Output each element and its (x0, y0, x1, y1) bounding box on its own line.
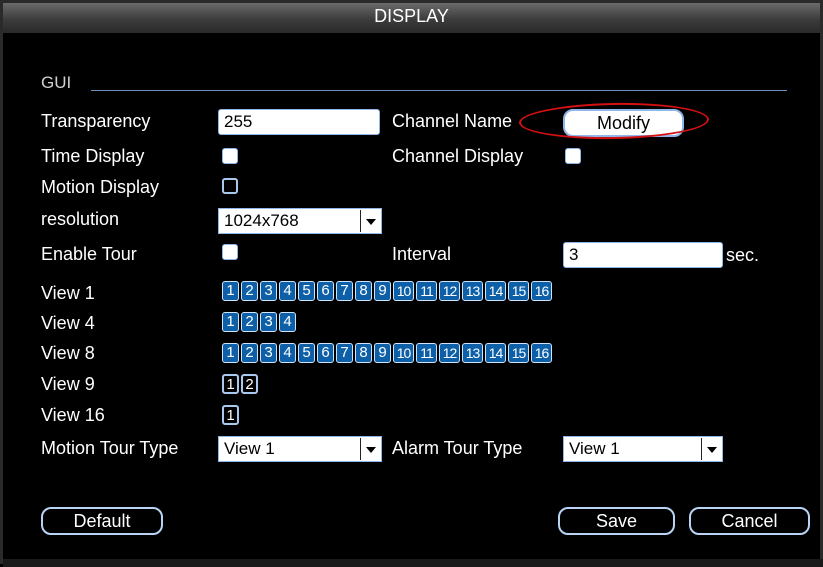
channel-toggle[interactable]: 2 (241, 281, 258, 301)
transparency-label: Transparency (41, 111, 151, 131)
channel-toggle[interactable]: 3 (260, 281, 277, 301)
channel-toggle[interactable]: 2 (241, 374, 258, 394)
alarm-tour-type-label: Alarm Tour Type (392, 438, 523, 458)
channel-toggle[interactable]: 13 (462, 281, 483, 301)
channel-toggle[interactable]: 10 (393, 343, 414, 363)
channel-toggle[interactable]: 9 (374, 343, 391, 363)
channel-toggle[interactable]: 1 (222, 374, 239, 394)
view-16-label: View 16 (41, 405, 105, 425)
resolution-label: resolution (41, 209, 120, 229)
cancel-button[interactable]: Cancel (689, 507, 810, 535)
section-gui-label: GUI (41, 73, 72, 92)
transparency-input[interactable]: 255 (218, 109, 380, 135)
channel-toggle[interactable]: 1 (222, 343, 239, 363)
motion-display-label: Motion Display (41, 177, 160, 197)
channel-toggle[interactable]: 16 (531, 343, 552, 363)
channel-toggle[interactable]: 3 (260, 312, 277, 332)
section-divider (91, 90, 787, 91)
channel-toggle[interactable]: 7 (336, 343, 353, 363)
chevron-down-icon[interactable] (360, 438, 380, 460)
channel-display-checkbox[interactable] (565, 148, 581, 164)
channel-toggle[interactable]: 10 (393, 281, 414, 301)
enable-tour-checkbox[interactable] (222, 244, 238, 260)
channel-toggle[interactable]: 2 (241, 343, 258, 363)
resolution-select[interactable]: 1024x768 (218, 208, 382, 234)
channel-toggle[interactable]: 2 (241, 312, 258, 332)
channel-toggle[interactable]: 6 (317, 343, 334, 363)
interval-input[interactable]: 3 (563, 242, 723, 268)
alarm-tour-type-value: View 1 (569, 439, 620, 458)
channel-toggle[interactable]: 4 (279, 281, 296, 301)
channel-toggle[interactable]: 7 (336, 281, 353, 301)
channel-toggle[interactable]: 12 (439, 343, 460, 363)
view-4-channels: 1 2 3 4 (222, 312, 296, 332)
interval-unit: sec. (726, 245, 760, 265)
highlight-ellipse (518, 101, 710, 141)
display-dialog: DISPLAY GUI Transparency 255 Channel Nam… (0, 0, 823, 567)
motion-tour-type-label: Motion Tour Type (41, 438, 179, 458)
motion-tour-type-select[interactable]: View 1 (218, 436, 382, 462)
channel-toggle[interactable]: 8 (355, 343, 372, 363)
enable-tour-label: Enable Tour (41, 244, 137, 264)
channel-toggle[interactable]: 9 (374, 281, 391, 301)
interval-label: Interval (392, 244, 452, 264)
channel-toggle[interactable]: 16 (531, 281, 552, 301)
channel-toggle[interactable]: 6 (317, 281, 334, 301)
view-9-channels: 1 2 (222, 374, 258, 394)
view-1-channels: 1 2 3 4 5 6 7 8 9 10 11 12 13 14 15 16 (222, 281, 552, 301)
channel-toggle[interactable]: 12 (439, 281, 460, 301)
alarm-tour-type-select[interactable]: View 1 (563, 436, 723, 462)
time-display-checkbox[interactable] (222, 148, 238, 164)
time-display-label: Time Display (41, 146, 145, 166)
channel-name-label: Channel Name (392, 111, 513, 131)
view-4-label: View 4 (41, 313, 95, 333)
channel-toggle[interactable]: 14 (485, 281, 506, 301)
channel-toggle[interactable]: 11 (416, 281, 437, 301)
default-button[interactable]: Default (41, 507, 163, 535)
resolution-value: 1024x768 (224, 211, 299, 230)
view-1-label: View 1 (41, 283, 95, 303)
channel-toggle[interactable]: 5 (298, 281, 315, 301)
channel-toggle[interactable]: 1 (222, 405, 239, 425)
channel-toggle[interactable]: 11 (416, 343, 437, 363)
view-16-channels: 1 (222, 405, 239, 425)
title-bar[interactable]: DISPLAY (3, 3, 820, 33)
view-8-label: View 8 (41, 343, 95, 363)
view-8-channels: 1 2 3 4 5 6 7 8 9 10 11 12 13 14 15 16 (222, 343, 552, 363)
view-9-label: View 9 (41, 374, 95, 394)
chevron-down-icon[interactable] (360, 210, 380, 232)
channel-toggle[interactable]: 13 (462, 343, 483, 363)
window-bottom-edge (3, 559, 823, 567)
channel-toggle[interactable]: 4 (279, 343, 296, 363)
save-button[interactable]: Save (558, 507, 675, 535)
motion-display-checkbox[interactable] (222, 178, 238, 194)
channel-toggle[interactable]: 3 (260, 343, 277, 363)
channel-toggle[interactable]: 15 (508, 343, 529, 363)
channel-toggle[interactable]: 15 (508, 281, 529, 301)
chevron-down-icon[interactable] (701, 438, 721, 460)
channel-toggle[interactable]: 8 (355, 281, 372, 301)
channel-toggle[interactable]: 5 (298, 343, 315, 363)
channel-toggle[interactable]: 14 (485, 343, 506, 363)
channel-toggle[interactable]: 1 (222, 281, 239, 301)
channel-display-label: Channel Display (392, 146, 524, 166)
dialog-title: DISPLAY (374, 6, 449, 26)
channel-toggle[interactable]: 4 (279, 312, 296, 332)
motion-tour-type-value: View 1 (224, 439, 275, 458)
channel-toggle[interactable]: 1 (222, 312, 239, 332)
